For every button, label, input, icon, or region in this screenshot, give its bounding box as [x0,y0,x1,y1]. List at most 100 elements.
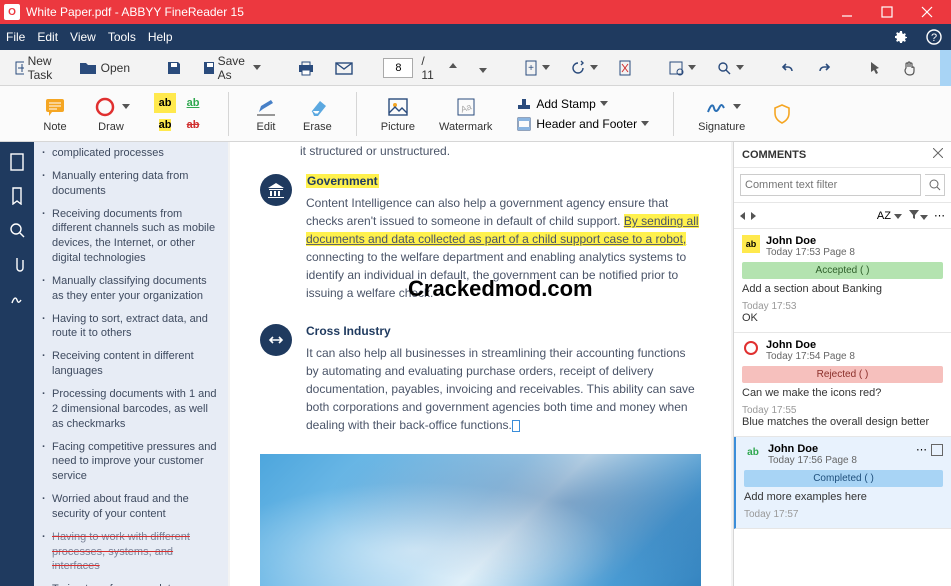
page-up-button[interactable] [442,59,464,77]
svg-text:Aa: Aa [459,101,473,114]
print-button[interactable] [291,57,321,79]
document-viewport[interactable]: it structured or unstructured. Governmen… [228,142,733,586]
list-item[interactable]: Worried about fraud and the security of … [42,492,220,522]
shield-icon[interactable] [769,102,795,126]
signature-label: Signature [698,121,745,133]
new-task-button[interactable]: New Task [8,51,65,85]
filter-button[interactable] [908,208,928,223]
menu-file[interactable]: File [6,30,25,44]
menu-edit[interactable]: Edit [37,30,58,44]
comment-meta: Today 17:54 Page 8 [766,351,855,362]
outline-panel: complicated processes Manually entering … [34,142,228,586]
highlight-tool-2[interactable]: ab [154,115,176,135]
next-comment-button[interactable] [751,212,756,220]
list-item[interactable]: Receiving documents from different chann… [42,207,220,266]
list-item[interactable]: Having to work with different processes,… [42,530,220,575]
comment-author: John Doe [766,339,855,351]
menu-view[interactable]: View [70,30,96,44]
save-as-button[interactable]: Save As [196,51,267,85]
comment-item[interactable]: John Doe Today 17:54 Page 8 Rejected ( )… [734,333,951,437]
list-item[interactable]: complicated processes [42,146,220,161]
pdf-page: it structured or unstructured. Governmen… [230,142,731,586]
draw-tool[interactable]: Draw [92,95,130,133]
highlight-tool[interactable]: ab [154,93,176,113]
bookmarks-panel-icon[interactable] [7,186,27,206]
comment-item[interactable]: ab John Doe Today 17:53 Page 8 Accepted … [734,229,951,333]
page-down-button[interactable] [472,59,494,77]
help-icon[interactable]: ? [923,26,945,48]
svg-text:?: ? [931,32,937,44]
erase-icon [304,95,330,119]
save-button[interactable] [160,57,188,79]
page-number-input[interactable] [383,58,413,78]
edit-tool[interactable]: Edit [253,95,279,133]
edit-toolbar: Note Draw ab ab ab ab Edit Erase Picture… [0,86,951,142]
attachments-panel-icon[interactable] [7,254,27,274]
list-item[interactable]: Trying to enforce regulatory compliance [42,582,220,586]
primary-toolbar: New Task Open Save As / 11 + PDF Tools 5 [0,50,951,86]
redo-button[interactable] [810,58,838,78]
header-footer-tool[interactable]: Header and Footer [516,115,649,133]
close-panel-button[interactable] [933,148,943,161]
delete-page-button[interactable] [612,57,638,79]
pointer-button[interactable] [862,57,888,79]
note-tool[interactable]: Note [42,95,68,133]
comment-body: Can we make the icons red? [742,387,943,399]
list-item[interactable]: Manually entering data from documents [42,169,220,199]
search-panel-icon[interactable] [7,220,27,240]
comment-checkbox[interactable] [931,444,943,456]
comment-author: John Doe [766,235,855,247]
pages-panel-icon[interactable] [7,152,27,172]
list-item[interactable]: Manually classifying documents as they e… [42,274,220,304]
stamp-icon [516,97,532,111]
comment-body: Add a section about Banking [742,283,943,295]
add-page-button[interactable]: + [518,57,556,79]
comment-item[interactable]: ab ⋯ John Doe Today 17:56 Page 8 Complet… [734,437,951,529]
text-cursor-icon [512,420,520,432]
open-button[interactable]: Open [73,58,136,78]
sort-button[interactable]: AZ [877,210,902,222]
recognize-button[interactable] [662,57,702,79]
maximize-button[interactable] [867,0,907,24]
list-item[interactable]: Processing documents with 1 and 2 dimens… [42,387,220,432]
watermark-tool[interactable]: Aa Watermark [439,95,492,133]
search-tool-button[interactable] [710,57,750,79]
picture-tool[interactable]: Picture [381,95,415,133]
mail-button[interactable] [329,58,359,78]
settings-icon[interactable] [889,26,911,48]
underline-tool[interactable]: ab [182,93,204,113]
list-item[interactable]: Having to sort, extract data, and route … [42,312,220,342]
note-label: Note [43,121,66,133]
picture-icon [385,95,411,119]
titlebar: O White Paper.pdf - ABBYY FineReader 15 [0,0,951,24]
signatures-panel-icon[interactable] [7,288,27,308]
strikethrough-tool[interactable]: ab [182,115,204,135]
rotate-button[interactable] [564,57,604,79]
add-stamp-tool[interactable]: Add Stamp [516,95,649,113]
prev-comment-button[interactable] [740,212,745,220]
search-icon[interactable] [925,174,945,196]
header-footer-icon [516,117,532,131]
draw-icon [742,339,760,357]
list-item[interactable]: Facing competitive pressures and need to… [42,440,220,485]
pdf-tools-button[interactable]: PDF Tools [940,50,951,86]
menu-tools[interactable]: Tools [108,30,136,44]
menu-help[interactable]: Help [148,30,173,44]
signature-tool[interactable]: Signature [698,95,745,133]
watermark-label: Watermark [439,121,492,133]
new-task-label: New Task [28,54,59,82]
hand-button[interactable] [896,57,924,79]
minimize-button[interactable] [827,0,867,24]
erase-tool[interactable]: Erase [303,95,332,133]
undo-button[interactable] [774,58,802,78]
list-item[interactable]: Receiving content in different languages [42,349,220,379]
watermark-icon: Aa [453,95,479,119]
comment-filter-input[interactable] [740,174,921,196]
edit-label: Edit [257,121,276,133]
document-image [260,454,701,586]
more-button[interactable]: ⋯ [934,209,945,222]
close-button[interactable] [907,0,947,24]
comment-more-button[interactable]: ⋯ [916,443,927,456]
save-as-label: Save As [218,54,250,82]
text-cursor-icon: ab [744,443,762,461]
